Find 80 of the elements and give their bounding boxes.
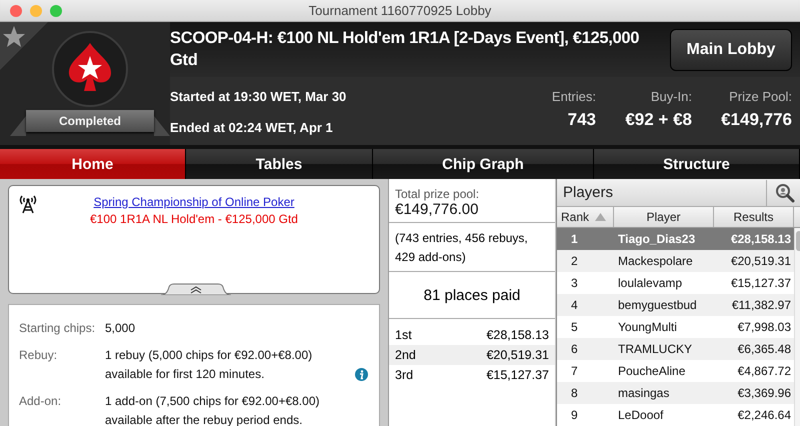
result-cell-text: €2,246.64 — [736, 408, 792, 422]
rank-cell-text: 9 — [570, 408, 579, 422]
column-header[interactable]: Rank — [557, 207, 614, 227]
player-row[interactable]: 3 loulalevamp €15,127.37 — [557, 272, 794, 294]
rank-cell-text: 1 — [570, 232, 579, 246]
rank-cell-text: 7 — [570, 364, 579, 378]
spade-logo-icon — [51, 30, 129, 108]
end-time: Ended at 02:24 WET, Apr 1 — [170, 120, 334, 135]
stat-label: Buy-In: — [650, 89, 692, 104]
result-cell-text: €20,519.31 — [730, 254, 792, 268]
player-row[interactable]: 1 Tiago_Dias23 €28,158.13 — [557, 228, 794, 250]
player-row[interactable]: 7 PoucheAline €4,867.72 — [557, 360, 794, 382]
rank-cell-text: 3 — [570, 276, 579, 290]
event-link[interactable]: Spring Championship of Online Poker — [94, 195, 294, 209]
info-icon[interactable] — [355, 368, 368, 381]
player-row[interactable]: 6 TRAMLUCKY €6,365.48 — [557, 338, 794, 360]
player-name: Mackespolare — [617, 254, 694, 268]
rank-cell-text: 5 — [570, 320, 579, 334]
place-amount: €20,519.31 — [486, 347, 549, 364]
player-name: TRAMLUCKY — [617, 342, 694, 356]
detail-value: 1 rebuy (5,000 chips for €92.00+€8.00) available for first 120 minutes. — [105, 347, 314, 383]
event-subtitle: €100 1R1A NL Hold'em - €125,000 Gtd — [90, 212, 298, 226]
place-label: 3rd — [395, 367, 414, 384]
column-header[interactable]: Results — [714, 207, 794, 227]
total-prize-value: €149,776.00 — [395, 201, 480, 218]
stat-value: €149,776 — [721, 110, 792, 130]
player-name: LeDooof — [617, 408, 664, 422]
tab[interactable]: Chip Graph — [373, 149, 594, 179]
rank-cell-text: 2 — [570, 254, 579, 268]
close-button[interactable] — [10, 4, 22, 16]
total-prize-label: Total prize pool: — [395, 187, 480, 201]
place-amount: €15,127.37 — [486, 367, 549, 384]
start-time: Started at 19:30 WET, Mar 30 — [170, 89, 348, 104]
entries-breakdown: (743 entries, 456 rebuys, 429 add-ons) — [395, 231, 528, 264]
collapse-handle[interactable] — [161, 283, 231, 295]
result-cell-text: €6,365.48 — [736, 342, 792, 356]
rank-cell-text: 8 — [570, 386, 579, 400]
player-row[interactable]: 9 LeDooof €2,246.64 — [557, 404, 794, 426]
result-cell-text: €7,998.03 — [736, 320, 792, 334]
result-cell-text: €28,158.13 — [730, 232, 792, 246]
stat-value: €92 + €8 — [625, 110, 692, 130]
player-row[interactable]: 2 Mackespolare €20,519.31 — [557, 250, 794, 272]
detail-label: Rebuy: — [19, 347, 58, 364]
detail-label: Add-on: — [19, 393, 62, 410]
player-name: PoucheAline — [617, 364, 686, 378]
search-icon — [774, 182, 794, 202]
player-name: loulalevamp — [617, 276, 684, 290]
star-icon[interactable] — [0, 22, 48, 70]
status-ribbon: Completed — [26, 110, 154, 132]
place-amount: €28,158.13 — [486, 327, 549, 344]
stat-value: 743 — [568, 110, 596, 130]
player-name: Tiago_Dias23 — [617, 232, 696, 246]
result-cell-text: €4,867.72 — [736, 364, 792, 378]
rank-cell-text: 4 — [570, 298, 579, 312]
tab[interactable]: Home — [0, 149, 186, 179]
stat-label: Entries: — [552, 89, 596, 104]
detail-label: Starting chips: — [19, 320, 96, 337]
players-title: Players — [562, 184, 614, 201]
result-cell-text: €11,382.97 — [730, 298, 792, 312]
window-title: Tournament 1160770925 Lobby — [308, 3, 492, 18]
antenna-icon — [18, 194, 38, 214]
result-cell-text: €3,369.96 — [736, 386, 792, 400]
player-name: bemyguestbud — [617, 298, 698, 312]
place-label: 1st — [395, 327, 412, 344]
player-row[interactable]: 5 YoungMulti €7,998.03 — [557, 316, 794, 338]
detail-value: 5,000 — [105, 321, 136, 335]
player-name: YoungMulti — [617, 320, 678, 334]
player-row[interactable]: 8 masingas €3,369.96 — [557, 382, 794, 404]
column-header[interactable]: Player — [614, 207, 714, 227]
tab[interactable]: Structure — [594, 149, 800, 179]
player-row[interactable]: 4 bemyguestbud €11,382.97 — [557, 294, 794, 316]
tournament-title: SCOOP-04-H: €100 NL Hold'em 1R1A [2-Days Event], €125,000 Gtd — [170, 28, 640, 71]
tab[interactable]: Tables — [186, 149, 373, 179]
place-label: 2nd — [395, 347, 416, 364]
player-name: masingas — [617, 386, 670, 400]
stat-label: Prize Pool: — [729, 89, 792, 104]
places-paid: 81 places paid — [424, 286, 520, 304]
main-lobby-button[interactable]: Main Lobby — [670, 29, 792, 71]
rank-cell-text: 6 — [570, 342, 579, 356]
result-cell-text: €15,127.37 — [730, 276, 792, 290]
